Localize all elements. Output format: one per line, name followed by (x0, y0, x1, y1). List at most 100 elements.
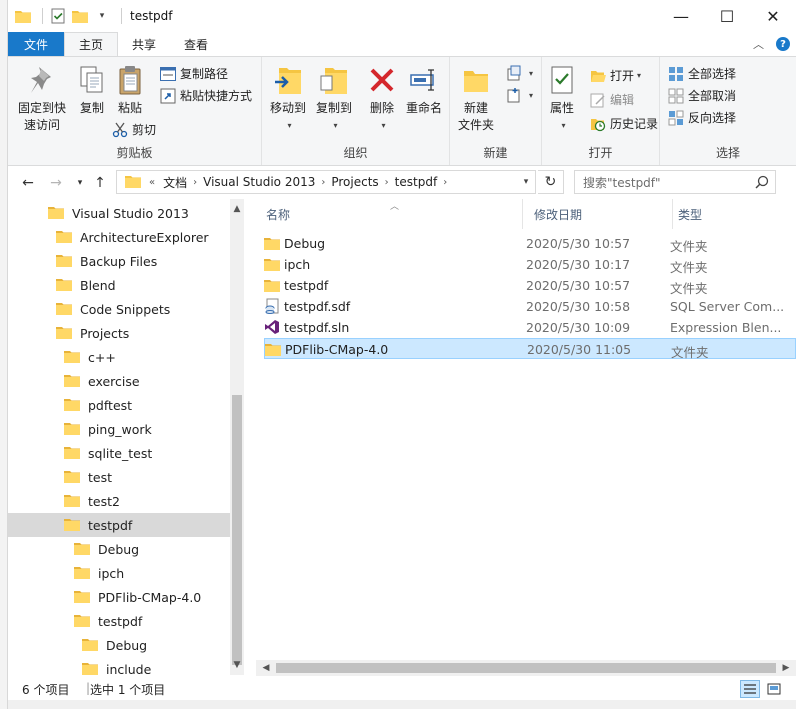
item-count: 6 个项目 (22, 683, 70, 697)
scroll-thumb[interactable] (232, 395, 242, 665)
paste-button[interactable]: 粘贴 (112, 63, 148, 117)
file-type: 文件夹 (670, 281, 708, 296)
cut-button[interactable]: 剪切 (112, 121, 156, 138)
folder-icon (56, 277, 72, 294)
breadcrumb-visual-studio[interactable]: Visual Studio 2013 (203, 175, 315, 189)
nav-tree-item[interactable]: exercise (8, 369, 230, 393)
copy-button[interactable]: 复制 (74, 63, 110, 117)
breadcrumb-separator[interactable]: › (193, 177, 197, 188)
horizontal-scroll-thumb[interactable] (276, 663, 776, 673)
help-icon[interactable]: ? (776, 37, 790, 51)
nav-tree-item[interactable]: test2 (8, 489, 230, 513)
file-name: Debug (284, 235, 326, 251)
nav-tree-item[interactable]: Blend (8, 273, 230, 297)
nav-tree-label: Debug (106, 637, 148, 653)
new-folder-button[interactable]: 新建 文件夹 (454, 63, 498, 134)
up-arrow-icon[interactable]: ↑ (90, 173, 110, 193)
nav-tree-item[interactable]: c++ (8, 345, 230, 369)
file-row[interactable]: PDFlib-CMap-4.0 2020/5/30 11:05 文件夹 (264, 338, 796, 360)
scroll-right-icon[interactable]: ▶ (778, 660, 794, 676)
delete-button[interactable]: 删除 ▾ (364, 63, 400, 134)
nav-tree-item[interactable]: Debug (8, 633, 230, 657)
nav-tree-item[interactable]: testpdf (8, 513, 230, 537)
nav-tree-item[interactable]: Projects (8, 321, 230, 345)
invert-selection-button[interactable]: 反向选择 (668, 109, 736, 126)
address-bar[interactable]: « 文档 › Visual Studio 2013 › Projects › t… (116, 170, 536, 194)
tab-share[interactable]: 共享 (118, 32, 170, 56)
paste-icon (114, 63, 146, 97)
large-icons-view-icon[interactable] (764, 680, 784, 698)
scroll-up-icon[interactable]: ▲ (230, 201, 244, 217)
nav-tree-item[interactable]: ArchitectureExplorer (8, 225, 230, 249)
nav-tree-item[interactable]: PDFlib-CMap-4.0 (8, 585, 230, 609)
open-button[interactable]: 打开 ▾ (590, 67, 641, 84)
nav-tree-item[interactable]: test (8, 465, 230, 489)
back-arrow-icon[interactable]: ← (18, 173, 38, 193)
paste-shortcut-button[interactable]: 粘贴快捷方式 (160, 87, 252, 104)
breadcrumb-testpdf[interactable]: testpdf (395, 175, 438, 189)
copy-path-button[interactable]: 复制路径 (160, 65, 228, 82)
breadcrumb-separator[interactable]: › (385, 177, 389, 188)
nav-tree-item[interactable]: ipch (8, 561, 230, 585)
edit-button[interactable]: 编辑 (590, 91, 634, 108)
customize-dropdown-icon[interactable]: ▾ (93, 7, 111, 25)
nav-tree-item[interactable]: include (8, 657, 230, 675)
breadcrumb-documents[interactable]: 文档 (163, 174, 187, 191)
scroll-down-icon[interactable]: ▼ (230, 657, 244, 673)
nav-tree-item[interactable]: Backup Files (8, 249, 230, 273)
nav-tree-label: pdftest (88, 397, 133, 413)
collapse-ribbon-icon[interactable]: ︿ (753, 36, 764, 52)
horizontal-scrollbar[interactable]: ◀ ▶ (256, 660, 796, 676)
nav-tree-item[interactable]: Visual Studio 2013 (8, 201, 230, 225)
navigation-scrollbar[interactable]: ▲ ▼ (230, 199, 244, 675)
nav-tree-item[interactable]: sqlite_test (8, 441, 230, 465)
address-overflow[interactable]: « (149, 177, 155, 188)
nav-tree-item[interactable]: ping_work (8, 417, 230, 441)
file-type: 文件夹 (670, 239, 708, 254)
copy-to-button[interactable]: 复制到 ▾ (312, 63, 356, 134)
recent-locations-icon[interactable]: ▾ (70, 173, 90, 193)
close-button[interactable]: ✕ (750, 0, 796, 32)
file-row[interactable]: Debug 2020/5/30 10:57 文件夹 (264, 233, 796, 254)
folder-icon (64, 397, 80, 414)
search-box[interactable]: 搜索"testpdf" (574, 170, 776, 194)
column-header-date[interactable]: 修改日期 (534, 199, 664, 229)
minimize-button[interactable]: — (658, 0, 704, 32)
breadcrumb-separator[interactable]: › (321, 177, 325, 188)
nav-tree-label: Code Snippets (80, 301, 171, 317)
tab-view[interactable]: 查看 (170, 32, 222, 56)
rename-button[interactable]: 重命名 (402, 63, 446, 117)
maximize-button[interactable]: ☐ (704, 0, 750, 32)
new-folder-quick-icon[interactable] (71, 7, 89, 25)
properties-check-icon[interactable] (49, 7, 67, 25)
address-dropdown-icon[interactable]: ▾ (517, 171, 535, 193)
scroll-left-icon[interactable]: ◀ (258, 660, 274, 676)
file-row[interactable]: testpdf.sln 2020/5/30 10:09 Expression Ble… (264, 317, 796, 338)
group-open: 属性 ▾ 打开 ▾ 编辑 历史记录 打开 (542, 57, 660, 165)
forward-arrow-icon[interactable]: → (46, 173, 66, 193)
breadcrumb-projects[interactable]: Projects (331, 175, 378, 189)
tab-home[interactable]: 主页 (64, 32, 119, 56)
properties-button[interactable]: 属性 ▾ (546, 63, 578, 134)
database-file-icon (264, 298, 280, 314)
select-all-button[interactable]: 全部选择 (668, 65, 736, 82)
new-item-button[interactable]: ▾ (506, 65, 533, 81)
nav-tree-item[interactable]: Code Snippets (8, 297, 230, 321)
nav-tree-item[interactable]: Debug (8, 537, 230, 561)
file-row[interactable]: testpdf 2020/5/30 10:57 文件夹 (264, 275, 796, 296)
nav-tree-item[interactable]: pdftest (8, 393, 230, 417)
tab-file[interactable]: 文件 (8, 32, 64, 56)
pin-to-quick-access-button[interactable]: 固定到快 速访问 (12, 63, 72, 134)
details-view-icon[interactable] (740, 680, 760, 698)
select-none-button[interactable]: 全部取消 (668, 87, 736, 104)
file-row[interactable]: ipch 2020/5/30 10:17 文件夹 (264, 254, 796, 275)
nav-tree-item[interactable]: testpdf (8, 609, 230, 633)
file-row[interactable]: testpdf.sdf 2020/5/30 10:58 SQL Server Com… (264, 296, 796, 317)
move-to-button[interactable]: 移动到 ▾ (266, 63, 310, 134)
column-header-name[interactable]: 名称 ︿ (266, 199, 516, 229)
easy-access-button[interactable]: ▾ (506, 87, 533, 103)
breadcrumb-separator[interactable]: › (443, 177, 447, 188)
history-button[interactable]: 历史记录 (590, 115, 658, 132)
refresh-icon[interactable]: ↻ (538, 170, 564, 194)
column-header-type[interactable]: 类型 (678, 199, 788, 229)
